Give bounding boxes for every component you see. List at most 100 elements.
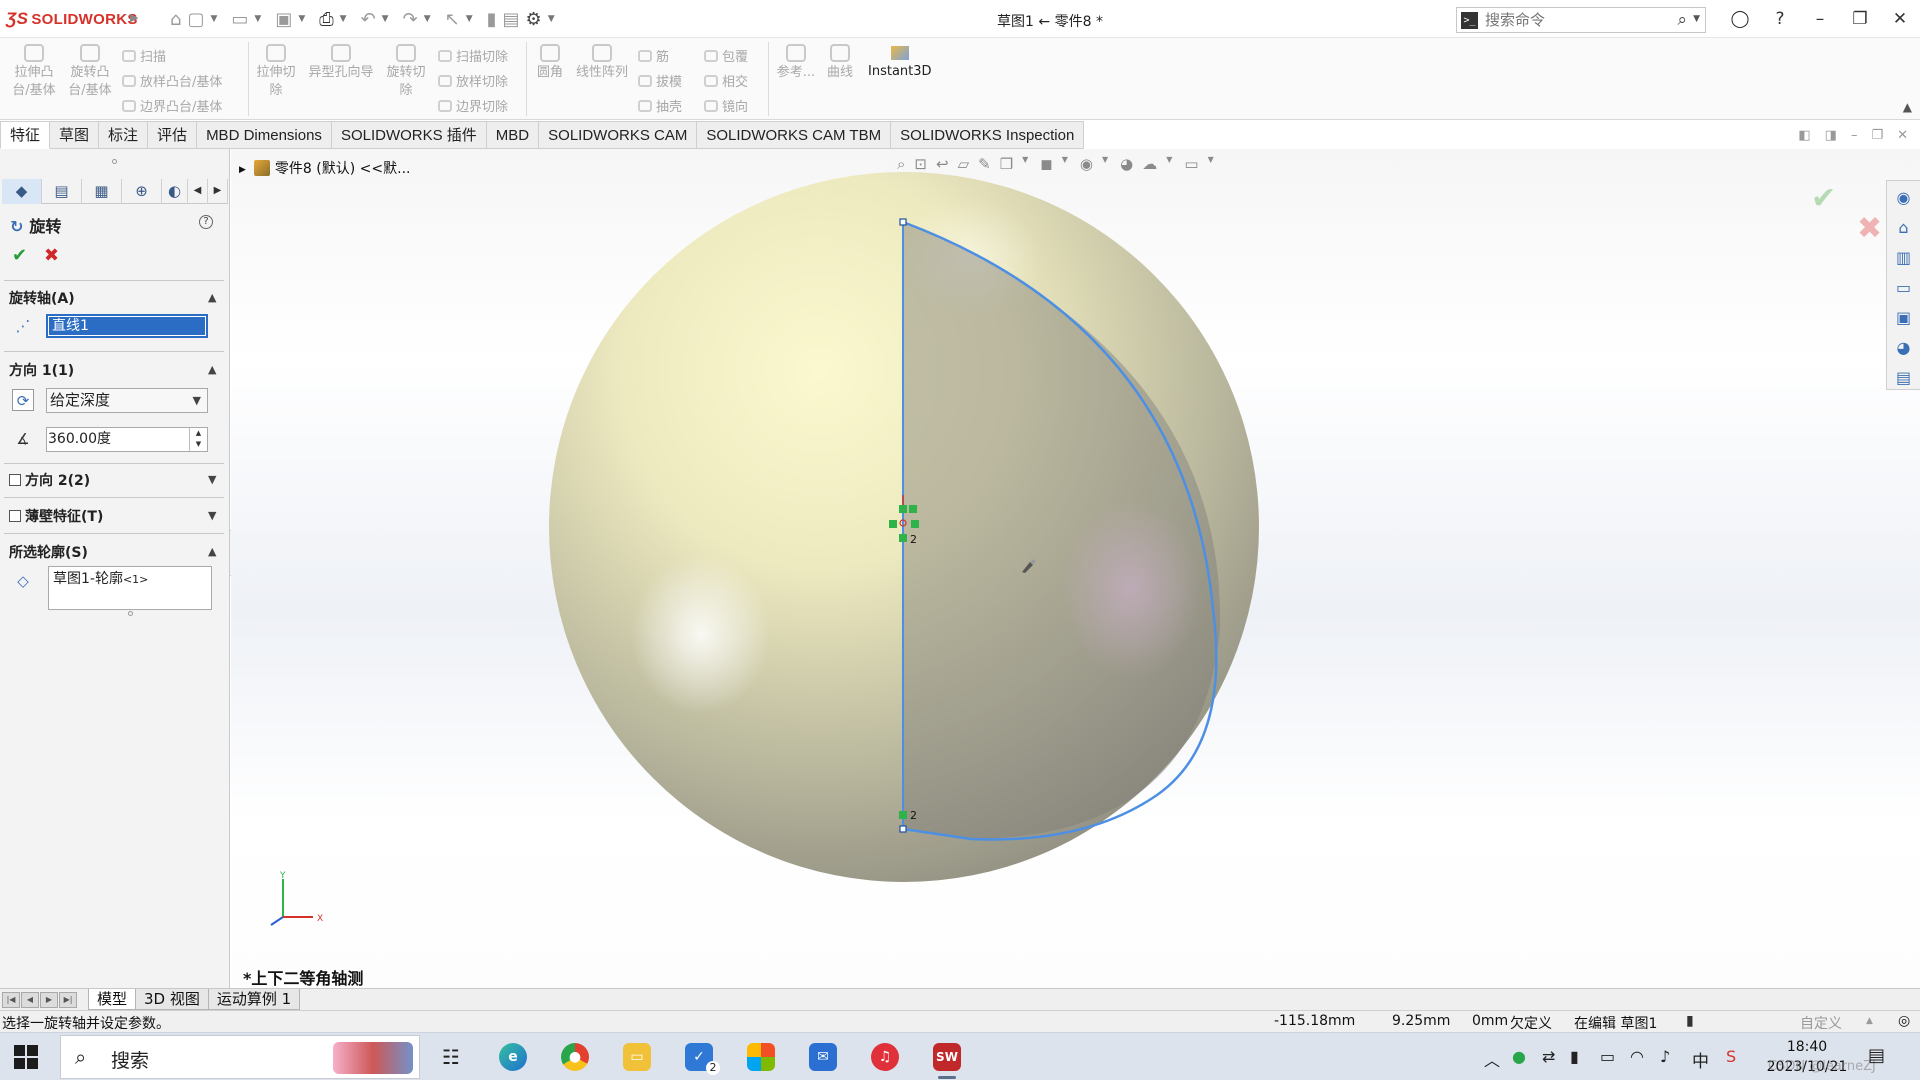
fillet-button[interactable]: 圆角: [532, 44, 568, 82]
search-icon[interactable]: ⌕: [1677, 10, 1687, 30]
linear-pattern-button[interactable]: 线性阵列: [572, 44, 632, 82]
tab-cm-2[interactable]: 标注: [99, 121, 149, 149]
tile-right-icon[interactable]: ◨: [1825, 128, 1837, 143]
property-manager-tab-icon[interactable]: ▤: [42, 179, 82, 204]
tab-cm-3[interactable]: 评估: [148, 121, 198, 149]
selected-contours-list[interactable]: 草图1-轮廓<1>: [48, 566, 212, 610]
extrude-cut-button[interactable]: 拉伸切除: [254, 44, 298, 100]
file-explorer-app[interactable]: ▭: [614, 1039, 660, 1079]
ok-check-button[interactable]: ✔: [12, 245, 27, 266]
spin-arrows-icon[interactable]: ▲ ▼: [189, 428, 207, 451]
tray-expand-icon[interactable]: ︿: [1484, 1047, 1500, 1071]
cancel-x-button[interactable]: ✖: [44, 245, 59, 266]
sweep-cut-button[interactable]: 扫描切除: [438, 46, 508, 65]
tile-left-icon[interactable]: ◧: [1798, 128, 1810, 143]
edge-app[interactable]: e: [490, 1039, 536, 1079]
tab-cm-4[interactable]: MBD Dimensions: [197, 121, 332, 149]
solidworks-resources-icon[interactable]: ◉: [1893, 187, 1915, 209]
shell-button[interactable]: 抽壳: [638, 96, 682, 115]
file-explorer-icon[interactable]: ▭: [1893, 277, 1915, 299]
task-view-app[interactable]: ☷: [428, 1039, 474, 1079]
sketch-endpoint-bottom[interactable]: [899, 825, 907, 833]
tabs-scroll-right-icon[interactable]: ▶: [208, 179, 228, 204]
wrap-button[interactable]: 包覆: [704, 46, 748, 65]
account-icon[interactable]: ◯: [1720, 9, 1760, 29]
minimize-icon[interactable]: –: [1800, 9, 1840, 29]
volume-icon[interactable]: ♪: [1660, 1047, 1670, 1066]
intersect-button[interactable]: 相交: [704, 71, 748, 90]
loft-button[interactable]: 放样凸台/基体: [122, 71, 222, 90]
configuration-manager-tab-icon[interactable]: ▦: [82, 179, 122, 204]
display-manager-tab-icon[interactable]: ◐: [162, 179, 188, 204]
rebuild-indicator-icon[interactable]: ▮: [1686, 1013, 1694, 1029]
store-app[interactable]: [738, 1039, 784, 1079]
next-tab-icon[interactable]: ▶: [40, 992, 58, 1008]
tabs-scroll-left-icon[interactable]: ◀: [188, 179, 208, 204]
curves-button[interactable]: 曲线: [822, 44, 858, 82]
tab-cm-8[interactable]: SOLIDWORKS CAM TBM: [697, 121, 892, 149]
tab-cm-6[interactable]: MBD: [486, 121, 540, 149]
thin-feature-section-header[interactable]: 薄壁特征(T): [9, 506, 103, 526]
rib-button[interactable]: 筋: [638, 46, 669, 65]
units-dropdown-icon[interactable]: ▲: [1866, 1016, 1873, 1026]
direction2-checkbox[interactable]: [9, 474, 21, 486]
angle-spinbox[interactable]: 360.00度 ▲ ▼: [46, 427, 208, 452]
sogou-ime-icon[interactable]: S: [1726, 1047, 1736, 1066]
sync-icon[interactable]: ⇄: [1542, 1047, 1555, 1066]
axis-selection-field[interactable]: 直线1: [46, 314, 208, 338]
direction1-section-header[interactable]: 方向 1(1): [9, 360, 74, 380]
prev-tab-icon[interactable]: ◀: [21, 992, 39, 1008]
boundary-boss-button[interactable]: 边界凸台/基体: [122, 96, 222, 115]
solidworks-taskbar-app[interactable]: SW: [924, 1039, 970, 1079]
tab-cm-0[interactable]: 特征: [0, 121, 51, 149]
collapse-ribbon-icon[interactable]: ▲: [1903, 100, 1912, 114]
loft-cut-button[interactable]: 放样切除: [438, 71, 508, 90]
view-palette-icon[interactable]: ▣: [1893, 307, 1915, 329]
windows-start-icon[interactable]: [14, 1045, 38, 1069]
ime-indicator[interactable]: 中: [1692, 1047, 1709, 1072]
doc-minimize-icon[interactable]: –: [1851, 128, 1858, 143]
mail-app[interactable]: ✉: [800, 1039, 846, 1079]
unit-system-selector[interactable]: 自定义: [1800, 1013, 1842, 1033]
contours-section-header[interactable]: 所选轮廓(S): [9, 542, 88, 562]
sketch-endpoint-top[interactable]: [899, 218, 907, 226]
revolve-cut-button[interactable]: 旋转切除: [384, 44, 428, 100]
list-resize-grip-icon[interactable]: [128, 611, 133, 616]
tab-cm-1[interactable]: 草图: [50, 121, 100, 149]
doc-close-icon[interactable]: ✕: [1897, 128, 1908, 143]
search-commands-input[interactable]: [1485, 10, 1655, 30]
model-canvas[interactable]: 2 2: [231, 149, 1920, 989]
tab-cm-5[interactable]: SOLIDWORKS 插件: [331, 121, 487, 149]
tab-bottom-1[interactable]: 3D 视图: [135, 989, 209, 1010]
wechat-icon[interactable]: ●: [1512, 1047, 1526, 1066]
first-tab-icon[interactable]: |◀: [2, 992, 20, 1008]
chrome-app[interactable]: ●: [552, 1039, 598, 1079]
revolve-boss-button[interactable]: 旋转凸台/基体: [64, 44, 116, 100]
tooltip-icon[interactable]: ◎: [1898, 1013, 1910, 1029]
search-dropdown-icon[interactable]: ▼: [1693, 14, 1700, 24]
doc-restore-icon[interactable]: ❐: [1871, 128, 1883, 143]
wifi-icon[interactable]: ◠: [1630, 1047, 1644, 1066]
panel-grip-icon[interactable]: [112, 159, 117, 164]
bar-graph-icon[interactable]: ▮: [1570, 1047, 1579, 1066]
sweep-button[interactable]: 扫描: [122, 46, 166, 65]
axis-section-header[interactable]: 旋转轴(A): [9, 288, 75, 308]
boundary-cut-button[interactable]: 边界切除: [438, 96, 508, 115]
hole-wizard-button[interactable]: 异型孔向导: [304, 44, 378, 82]
direction2-section-header[interactable]: 方向 2(2): [9, 470, 90, 490]
help-button[interactable]: ?: [199, 215, 213, 229]
relation-marker-bottom[interactable]: [899, 811, 907, 819]
end-condition-select[interactable]: 给定深度 ▼: [46, 388, 208, 413]
tab-bottom-2[interactable]: 运动算例 1: [207, 989, 301, 1010]
custom-properties-icon[interactable]: ▤: [1893, 367, 1915, 389]
thin-feature-checkbox[interactable]: [9, 510, 21, 522]
notification-center-icon[interactable]: ▤: [1868, 1045, 1885, 1066]
home-pane-icon[interactable]: ⌂: [1893, 217, 1915, 239]
restore-icon[interactable]: ❐: [1840, 9, 1880, 29]
tab-bottom-0[interactable]: 模型: [88, 989, 137, 1010]
dimxpert-tab-icon[interactable]: ⊕: [122, 179, 162, 204]
design-library-icon[interactable]: ▥: [1893, 247, 1915, 269]
taskbar-search-box[interactable]: ⌕ 搜索: [60, 1035, 420, 1079]
tab-cm-7[interactable]: SOLIDWORKS CAM: [539, 121, 698, 149]
help-icon[interactable]: ?: [1760, 9, 1800, 29]
